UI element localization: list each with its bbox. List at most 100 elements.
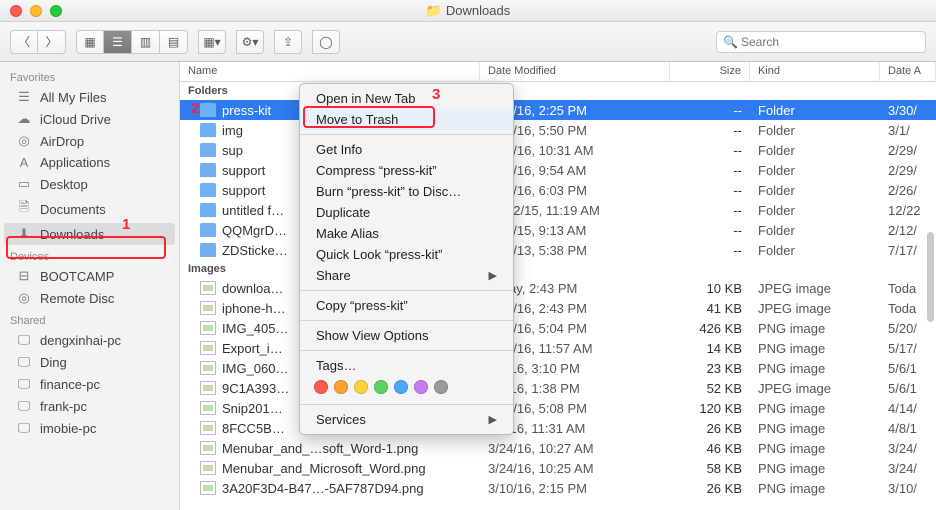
file-row[interactable]: downloa…Today, 2:43 PM10 KBJPEG imageTod…	[180, 278, 936, 298]
sidebar-item-remote-disc[interactable]: ◎Remote Disc	[0, 287, 179, 309]
icon-view-button[interactable]: ▦	[76, 30, 104, 54]
arrange-button[interactable]: ▦▾	[198, 30, 226, 54]
context-menu-item-label: Move to Trash	[316, 112, 398, 127]
file-row[interactable]: Export_i…5/10/16, 11:57 AM14 KBPNG image…	[180, 338, 936, 358]
folder-icon	[200, 183, 216, 197]
file-list[interactable]: Folderspress-kit3/30/16, 2:25 PM--Folder…	[180, 82, 936, 498]
file-row[interactable]: img3/29/16, 5:50 PM--Folder3/1/	[180, 120, 936, 140]
col-date-modified[interactable]: Date Modified	[480, 62, 670, 81]
file-name: 9C1A393…	[222, 381, 289, 396]
sidebar-item-applications[interactable]: AApplications	[0, 152, 179, 173]
context-menu-item[interactable]: Get Info	[300, 139, 513, 160]
file-kind: PNG image	[750, 401, 880, 416]
col-name[interactable]: Name	[180, 62, 480, 81]
tag-color-dot[interactable]	[434, 380, 448, 394]
view-mode-buttons: ▦ ☰ ▥ ▤	[76, 30, 188, 54]
tags-button[interactable]: ◯	[312, 30, 340, 54]
sidebar-item-documents[interactable]: 🗎Documents	[0, 195, 179, 223]
back-button[interactable]: 〈	[10, 30, 38, 54]
context-menu-item[interactable]: Share▶	[300, 265, 513, 286]
file-kind: Folder	[750, 223, 880, 238]
tag-color-dot[interactable]	[354, 380, 368, 394]
file-row[interactable]: IMG_405…5/20/16, 5:04 PM426 KBPNG image5…	[180, 318, 936, 338]
sidebar-item-label: finance-pc	[40, 377, 100, 392]
sidebar-item-airdrop[interactable]: ◎AirDrop	[0, 130, 179, 152]
tag-color-dot[interactable]	[334, 380, 348, 394]
context-menu-item[interactable]: Compress “press-kit”	[300, 160, 513, 181]
sidebar-item-all-my-files[interactable]: ☰All My Files	[0, 86, 179, 108]
file-name: 8FCC5B…	[222, 421, 285, 436]
context-menu-item[interactable]: Show View Options	[300, 325, 513, 346]
col-size[interactable]: Size	[670, 62, 750, 81]
sidebar-item-imobie-pc[interactable]: 🖵imobie-pc	[0, 417, 179, 439]
context-menu: Open in New Tab Move to Trash Get InfoComp…	[299, 83, 514, 435]
context-menu-item[interactable]: Open in New Tab	[300, 88, 513, 109]
tag-color-dot[interactable]	[314, 380, 328, 394]
sidebar-item-label: Documents	[40, 202, 106, 217]
search-icon: 🔍	[723, 35, 738, 49]
file-size: 26 KB	[670, 421, 750, 436]
file-size: 46 KB	[670, 441, 750, 456]
scrollbar-thumb[interactable]	[927, 232, 934, 322]
image-file-icon	[200, 301, 216, 315]
search-input[interactable]	[716, 31, 926, 53]
file-row[interactable]: iphone-h…5/20/16, 2:43 PM41 KBJPEG image…	[180, 298, 936, 318]
sidebar-item-icon: 🖵	[16, 420, 32, 436]
forward-button[interactable]: 〉	[38, 30, 66, 54]
sidebar-section-header: Devices	[0, 245, 179, 265]
file-row[interactable]: 3A20F3D4-B47…-5AF787D94.png3/10/16, 2:15…	[180, 478, 936, 498]
sidebar-item-ding[interactable]: 🖵Ding	[0, 351, 179, 373]
context-menu-item[interactable]: Move to Trash	[300, 109, 513, 130]
context-menu-item[interactable]: Quick Look “press-kit”	[300, 244, 513, 265]
file-row[interactable]: Snip201…4/14/16, 5:08 PM120 KBPNG image4…	[180, 398, 936, 418]
image-file-icon	[200, 381, 216, 395]
file-row[interactable]: QQMgrD…2/17/15, 9:13 AM--Folder2/12/	[180, 220, 936, 240]
file-kind: Folder	[750, 203, 880, 218]
context-menu-item[interactable]: Copy “press-kit”	[300, 295, 513, 316]
sidebar-item-finance-pc[interactable]: 🖵finance-pc	[0, 373, 179, 395]
tag-color-dot[interactable]	[394, 380, 408, 394]
file-row[interactable]: support3/25/16, 6:03 PM--Folder2/26/	[180, 180, 936, 200]
sidebar-item-label: Desktop	[40, 177, 88, 192]
share-button[interactable]: ⇪	[274, 30, 302, 54]
file-kind: JPEG image	[750, 281, 880, 296]
list-view-button[interactable]: ☰	[104, 30, 132, 54]
file-row[interactable]: press-kit3/30/16, 2:25 PM--Folder3/30/	[180, 100, 936, 120]
col-date-added[interactable]: Date A	[880, 62, 936, 81]
context-menu-separator	[300, 350, 513, 351]
sidebar-item-dengxinhai-pc[interactable]: 🖵dengxinhai-pc	[0, 329, 179, 351]
context-menu-item[interactable]: Make Alias	[300, 223, 513, 244]
file-row[interactable]: 9C1A393…5/6/16, 1:38 PM52 KBJPEG image5/…	[180, 378, 936, 398]
sidebar-item-bootcamp[interactable]: ⊟BOOTCAMP	[0, 265, 179, 287]
column-view-button[interactable]: ▥	[132, 30, 160, 54]
sidebar-item-desktop[interactable]: ▭Desktop	[0, 173, 179, 195]
sidebar-item-label: All My Files	[40, 90, 106, 105]
file-name: Snip201…	[222, 401, 283, 416]
context-menu-item[interactable]: Services▶	[300, 409, 513, 430]
sidebar-item-frank-pc[interactable]: 🖵frank-pc	[0, 395, 179, 417]
file-row[interactable]: Menubar_and_Microsoft_Word.png3/24/16, 1…	[180, 458, 936, 478]
file-name: ZDSticke…	[222, 243, 288, 258]
tag-color-dot[interactable]	[374, 380, 388, 394]
sidebar-item-icloud-drive[interactable]: ☁iCloud Drive	[0, 108, 179, 130]
tag-color-dot[interactable]	[414, 380, 428, 394]
file-row[interactable]: support3/29/16, 9:54 AM--Folder2/29/	[180, 160, 936, 180]
file-row[interactable]: IMG_060…5/4/16, 3:10 PM23 KBPNG image5/6…	[180, 358, 936, 378]
file-size: 58 KB	[670, 461, 750, 476]
file-row[interactable]: sup3/29/16, 10:31 AM--Folder2/29/	[180, 140, 936, 160]
image-file-icon	[200, 341, 216, 355]
context-menu-item[interactable]: Tags…	[300, 355, 513, 376]
file-row[interactable]: untitled f…12/22/15, 11:19 AM--Folder12/…	[180, 200, 936, 220]
context-menu-item[interactable]: Duplicate	[300, 202, 513, 223]
file-row[interactable]: ZDSticke…7/17/13, 5:38 PM--Folder7/17/	[180, 240, 936, 260]
file-row[interactable]: Menubar_and_…soft_Word-1.png3/24/16, 10:…	[180, 438, 936, 458]
col-kind[interactable]: Kind	[750, 62, 880, 81]
image-file-icon	[200, 421, 216, 435]
file-row[interactable]: 8FCC5B…4/8/16, 11:31 AM26 KBPNG image4/8…	[180, 418, 936, 438]
file-kind: Folder	[750, 183, 880, 198]
coverflow-view-button[interactable]: ▤	[160, 30, 188, 54]
sidebar-item-downloads[interactable]: ⬇Downloads	[4, 223, 175, 245]
file-name: Menubar_and_Microsoft_Word.png	[222, 461, 426, 476]
action-button[interactable]: ⚙▾	[236, 30, 264, 54]
context-menu-item[interactable]: Burn “press-kit” to Disc…	[300, 181, 513, 202]
